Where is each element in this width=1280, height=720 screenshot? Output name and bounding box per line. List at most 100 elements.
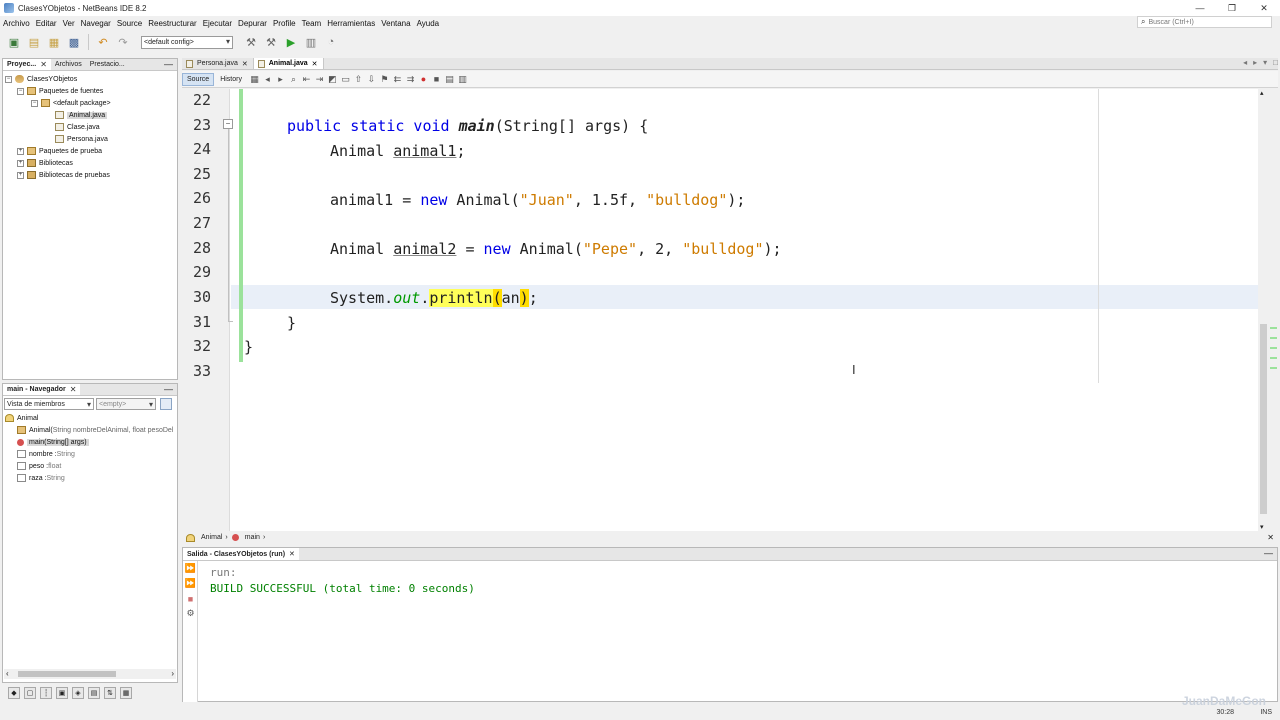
tree-item-persona-java[interactable]: Persona.java bbox=[55, 133, 108, 145]
menu-team[interactable]: Team bbox=[299, 19, 325, 28]
menu-ayuda[interactable]: Ayuda bbox=[414, 19, 443, 28]
minimize-panel-icon[interactable]: — bbox=[160, 384, 177, 395]
error-stripe[interactable] bbox=[1269, 75, 1278, 531]
filter-inherited-icon[interactable]: ◈ bbox=[72, 687, 84, 699]
maximize-button[interactable]: ❐ bbox=[1216, 0, 1248, 16]
build-icon[interactable]: ⚒ bbox=[243, 34, 259, 50]
settings-icon[interactable]: ⚙ bbox=[185, 608, 196, 619]
menu-archivo[interactable]: Archivo bbox=[0, 19, 33, 28]
filter-static-icon[interactable]: ▢ bbox=[24, 687, 36, 699]
menu-reestructurar[interactable]: Reestructurar bbox=[145, 19, 199, 28]
close-button[interactable]: ✕ bbox=[1248, 0, 1280, 16]
nav-item-raza[interactable]: raza : String bbox=[17, 472, 65, 484]
menu-ventana[interactable]: Ventana bbox=[378, 19, 413, 28]
run-icon[interactable]: ▶ bbox=[283, 34, 299, 50]
tree-item-project[interactable]: − ClasesYObjetos bbox=[5, 73, 77, 85]
config-select[interactable]: <default config> bbox=[141, 35, 233, 49]
uncomment-icon[interactable]: ▥ bbox=[456, 73, 469, 86]
find-next-icon[interactable]: ⇥ bbox=[313, 73, 326, 86]
breadcrumb-class[interactable]: Animal › bbox=[186, 533, 228, 542]
tab-services[interactable]: Prestacio... bbox=[86, 59, 129, 70]
tab-navigator[interactable]: main - Navegador ✕ bbox=[3, 384, 81, 395]
close-icon[interactable]: ✕ bbox=[40, 60, 47, 69]
nav-item-constructor[interactable]: Animal(String nombreDelAnimal, float pes… bbox=[17, 424, 173, 436]
tab-list-icon[interactable]: ▾ bbox=[1263, 58, 1267, 67]
tree-item-clase-java[interactable]: Clase.java bbox=[55, 121, 100, 133]
menu-depurar[interactable]: Depurar bbox=[235, 19, 270, 28]
tree-item-default-package[interactable]: − <default package> bbox=[31, 97, 111, 109]
scroll-thumb[interactable] bbox=[18, 671, 116, 677]
tree-item-animal-java[interactable]: Animal.java bbox=[55, 109, 108, 121]
scroll-up-icon[interactable]: ▴ bbox=[1260, 89, 1264, 97]
tab-persona-java[interactable]: Persona.java ✕ bbox=[182, 58, 254, 69]
sort-name-icon[interactable]: ⇅ bbox=[104, 687, 116, 699]
sort-source-icon[interactable]: ▦ bbox=[120, 687, 132, 699]
filter-fqn-icon[interactable]: ▤ bbox=[88, 687, 100, 699]
tree-item-source-packages[interactable]: − Paquetes de fuentes bbox=[17, 85, 103, 97]
filter-icon[interactable] bbox=[160, 398, 172, 410]
rerun-icon[interactable]: ⏩ bbox=[185, 563, 196, 574]
find-selection-icon[interactable]: ⌕ bbox=[287, 73, 300, 86]
menu-source[interactable]: Source bbox=[114, 19, 145, 28]
scroll-right-icon[interactable]: › bbox=[171, 669, 174, 678]
menu-herramientas[interactable]: Herramientas bbox=[324, 19, 378, 28]
close-icon[interactable]: ✕ bbox=[312, 60, 318, 68]
open-project-icon[interactable]: ▦ bbox=[46, 34, 62, 50]
menu-ejecutar[interactable]: Ejecutar bbox=[200, 19, 235, 28]
scroll-left-icon[interactable]: ‹ bbox=[6, 669, 9, 678]
debug-icon[interactable]: ▥ bbox=[303, 34, 319, 50]
toggle-highlight-icon[interactable]: ◩ bbox=[326, 73, 339, 86]
tab-animal-java[interactable]: Animal.java ✕ bbox=[253, 58, 324, 69]
source-button[interactable]: Source bbox=[182, 72, 215, 86]
scroll-right-icon[interactable]: ▸ bbox=[1253, 58, 1257, 67]
last-edit-icon[interactable]: ▦ bbox=[248, 73, 261, 86]
toggle-bookmark-icon[interactable]: ⚑ bbox=[378, 73, 391, 86]
close-icon[interactable]: ✕ bbox=[242, 60, 248, 68]
close-icon[interactable]: ✕ bbox=[70, 385, 77, 394]
menu-navegar[interactable]: Navegar bbox=[78, 19, 114, 28]
scroll-left-icon[interactable]: ◂ bbox=[1243, 58, 1247, 67]
scroll-down-icon[interactable]: ▾ bbox=[1260, 523, 1264, 531]
search-box[interactable]: ⌕ Buscar (Ctrl+I) bbox=[1137, 16, 1272, 28]
menu-editar[interactable]: Editar bbox=[33, 19, 60, 28]
shift-right-icon[interactable]: ⇉ bbox=[404, 73, 417, 86]
tab-projects[interactable]: Proyec... ✕ bbox=[3, 59, 51, 70]
back-icon[interactable]: ◂ bbox=[261, 73, 274, 86]
toggle-rect-select-icon[interactable]: ▭ bbox=[339, 73, 352, 86]
filter-nonpublic-icon[interactable]: ┆ bbox=[40, 687, 52, 699]
stop-macro-icon[interactable]: ■ bbox=[430, 73, 443, 86]
breadcrumb-method[interactable]: main › bbox=[231, 534, 265, 541]
tree-item-test-packages[interactable]: + Paquetes de prueba bbox=[17, 145, 102, 157]
save-all-icon[interactable]: ▩ bbox=[66, 34, 82, 50]
tree-item-test-libraries[interactable]: + Bibliotecas de pruebas bbox=[17, 169, 110, 181]
navigator-horizontal-scrollbar[interactable]: ‹ › bbox=[4, 669, 176, 679]
next-bookmark-icon[interactable]: ⇩ bbox=[365, 73, 378, 86]
code-editor[interactable]: 22 23 24 25 26 27 28 29 30 31 32 33 − pu… bbox=[182, 89, 1258, 531]
stop-icon[interactable]: ■ bbox=[185, 593, 196, 604]
record-macro-icon[interactable]: ● bbox=[417, 73, 430, 86]
maximize-icon[interactable]: □ bbox=[1273, 58, 1278, 67]
comment-icon[interactable]: ▤ bbox=[443, 73, 456, 86]
filter-fields-icon[interactable]: ◆ bbox=[8, 687, 20, 699]
previous-bookmark-icon[interactable]: ⇧ bbox=[352, 73, 365, 86]
fold-collapse-icon[interactable]: − bbox=[223, 119, 233, 129]
shift-left-icon[interactable]: ⇇ bbox=[391, 73, 404, 86]
view-select[interactable]: Vista de miembros bbox=[4, 398, 94, 410]
filter-inner-icon[interactable]: ▣ bbox=[56, 687, 68, 699]
scroll-thumb[interactable] bbox=[1260, 324, 1267, 514]
minimize-button[interactable]: — bbox=[1184, 0, 1216, 16]
forward-icon[interactable]: ▸ bbox=[274, 73, 287, 86]
new-file-icon[interactable]: ▤ bbox=[26, 34, 42, 50]
history-button[interactable]: History bbox=[216, 74, 246, 85]
undo-icon[interactable]: ↶ bbox=[95, 34, 111, 50]
nav-root-class[interactable]: Animal bbox=[5, 412, 38, 424]
new-project-icon[interactable]: ▣ bbox=[6, 34, 22, 50]
nav-item-main[interactable]: main(String[] args) bbox=[17, 436, 89, 448]
close-icon[interactable]: ✕ bbox=[289, 550, 295, 558]
filter-select[interactable]: <empty> bbox=[96, 398, 156, 410]
rerun-params-icon[interactable]: ⏩ bbox=[185, 578, 196, 589]
menu-ver[interactable]: Ver bbox=[60, 19, 78, 28]
tab-files[interactable]: Archivos bbox=[51, 59, 86, 70]
close-icon[interactable]: ✕ bbox=[1267, 533, 1274, 542]
minimize-panel-icon[interactable]: — bbox=[160, 59, 177, 70]
